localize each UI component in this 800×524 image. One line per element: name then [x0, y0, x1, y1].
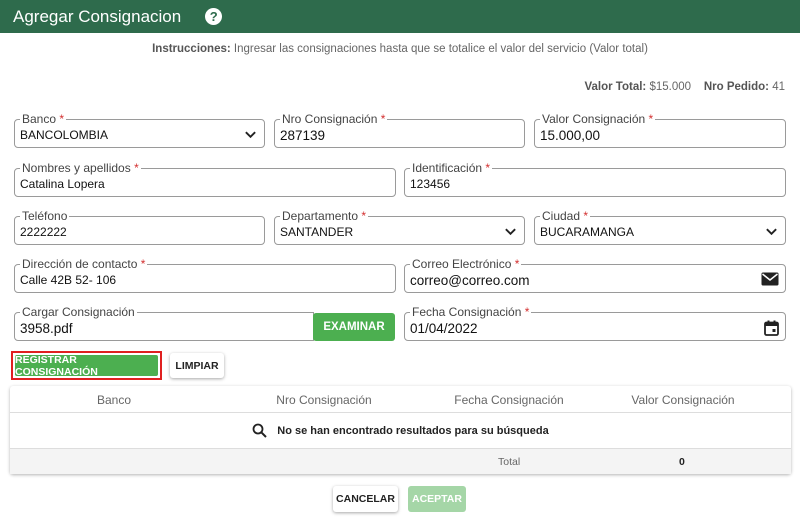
ciudad-label: Ciudad * — [540, 209, 591, 223]
instructions-body: Ingresar las consignaciones hasta que se… — [230, 43, 648, 55]
calendar-icon[interactable] — [764, 320, 779, 336]
telefono-field[interactable]: Teléfono 2222222 — [14, 209, 265, 245]
cargar-consignacion-value: 3958.pdf — [20, 321, 73, 336]
direccion-label: Dirección de contacto * — [20, 257, 148, 271]
chevron-down-icon — [245, 131, 256, 139]
table-header: Banco Nro Consignación Fecha Consignació… — [10, 386, 791, 413]
fecha-consignacion-field[interactable]: Fecha Consignación * 01/04/2022 — [404, 305, 786, 341]
limpiar-button[interactable]: LIMPIAR — [170, 353, 224, 378]
column-header-banco[interactable]: Banco — [97, 393, 131, 407]
nombres-label: Nombres y apellidos * — [20, 161, 141, 175]
dialog-title: Agregar Consignacion — [13, 6, 182, 26]
correo-label: Correo Electrónico * — [410, 257, 522, 271]
cargar-consignacion-field[interactable]: Cargar Consignación 3958.pdf — [14, 305, 314, 341]
banco-label: Banco * — [20, 112, 67, 126]
consignaciones-table: Banco Nro Consignación Fecha Consignació… — [10, 386, 791, 474]
departamento-label: Departamento * — [280, 209, 369, 223]
nombres-field[interactable]: Nombres y apellidos * Catalina Lopera — [14, 161, 396, 197]
totals-summary: Valor Total: $15.000 Nro Pedido: 41 — [584, 81, 785, 93]
examinar-button[interactable]: EXAMINAR — [313, 313, 395, 341]
valor-consignacion-label: Valor Consignación * — [540, 112, 656, 126]
banco-value: BANCOLOMBIA — [20, 128, 109, 142]
telefono-value: 2222222 — [20, 225, 67, 239]
total-value: 0 — [679, 456, 685, 468]
direccion-value: Calle 42B 52- 106 — [20, 273, 117, 287]
dialog-header: Agregar Consignacion ? — [0, 0, 800, 33]
help-icon[interactable]: ? — [205, 8, 223, 25]
direccion-field[interactable]: Dirección de contacto * Calle 42B 52- 10… — [14, 257, 396, 293]
identificacion-label: Identificación * — [410, 161, 493, 175]
fecha-consignacion-label: Fecha Consignación * — [410, 305, 532, 319]
valor-consignacion-field[interactable]: Valor Consignación * 15.000,00 — [534, 112, 786, 148]
identificacion-field[interactable]: Identificación * 123456 — [404, 161, 786, 197]
valor-total-label: Valor Total: — [584, 81, 647, 93]
ciudad-select[interactable]: Ciudad * BUCARAMANGA — [534, 209, 786, 245]
cargar-consignacion-label: Cargar Consignación — [20, 305, 137, 319]
column-header-fecha-consignacion[interactable]: Fecha Consignación — [454, 393, 563, 407]
valor-total-value: $15.000 — [649, 81, 692, 93]
nro-consignacion-field[interactable]: Nro Consignación * 287139 — [274, 112, 525, 148]
nombres-value: Catalina Lopera — [20, 177, 105, 191]
correo-value: correo@correo.com — [410, 273, 530, 288]
total-label: Total — [498, 456, 521, 468]
identificacion-value: 123456 — [410, 177, 451, 191]
correo-field[interactable]: Correo Electrónico * correo@correo.com — [404, 257, 786, 293]
column-header-valor-consignacion[interactable]: Valor Consignación — [631, 393, 734, 407]
nro-pedido-value: 41 — [772, 81, 785, 93]
table-footer: Total 0 — [10, 449, 791, 474]
search-icon — [252, 423, 268, 438]
envelope-icon — [761, 272, 779, 286]
chevron-down-icon — [766, 228, 777, 236]
valor-consignacion-value: 15.000,00 — [540, 128, 601, 143]
empty-state-row: No se han encontrado resultados para su … — [10, 413, 791, 449]
registrar-highlight: REGISTRAR CONSIGNACIÓN — [11, 351, 162, 380]
nro-consignacion-value: 287139 — [280, 128, 326, 143]
fecha-consignacion-value: 01/04/2022 — [410, 321, 478, 336]
column-header-nro-consignacion[interactable]: Nro Consignación — [276, 393, 371, 407]
ciudad-value: BUCARAMANGA — [540, 225, 635, 239]
chevron-down-icon — [505, 228, 516, 236]
registrar-consignacion-button[interactable]: REGISTRAR CONSIGNACIÓN — [15, 354, 158, 378]
instructions-text: Instrucciones: Ingresar las consignacion… — [0, 43, 800, 55]
aceptar-button[interactable]: ACEPTAR — [408, 486, 466, 512]
nro-consignacion-label: Nro Consignación * — [280, 112, 388, 126]
departamento-value: SANTANDER — [280, 225, 354, 239]
telefono-label: Teléfono — [20, 209, 70, 223]
instructions-label: Instrucciones: — [152, 43, 231, 55]
departamento-select[interactable]: Departamento * SANTANDER — [274, 209, 525, 245]
empty-message: No se han encontrado resultados para su … — [277, 424, 549, 437]
nro-pedido-label: Nro Pedido: — [703, 81, 769, 93]
banco-select[interactable]: Banco * BANCOLOMBIA — [14, 112, 265, 148]
cancelar-button[interactable]: CANCELAR — [333, 486, 398, 512]
